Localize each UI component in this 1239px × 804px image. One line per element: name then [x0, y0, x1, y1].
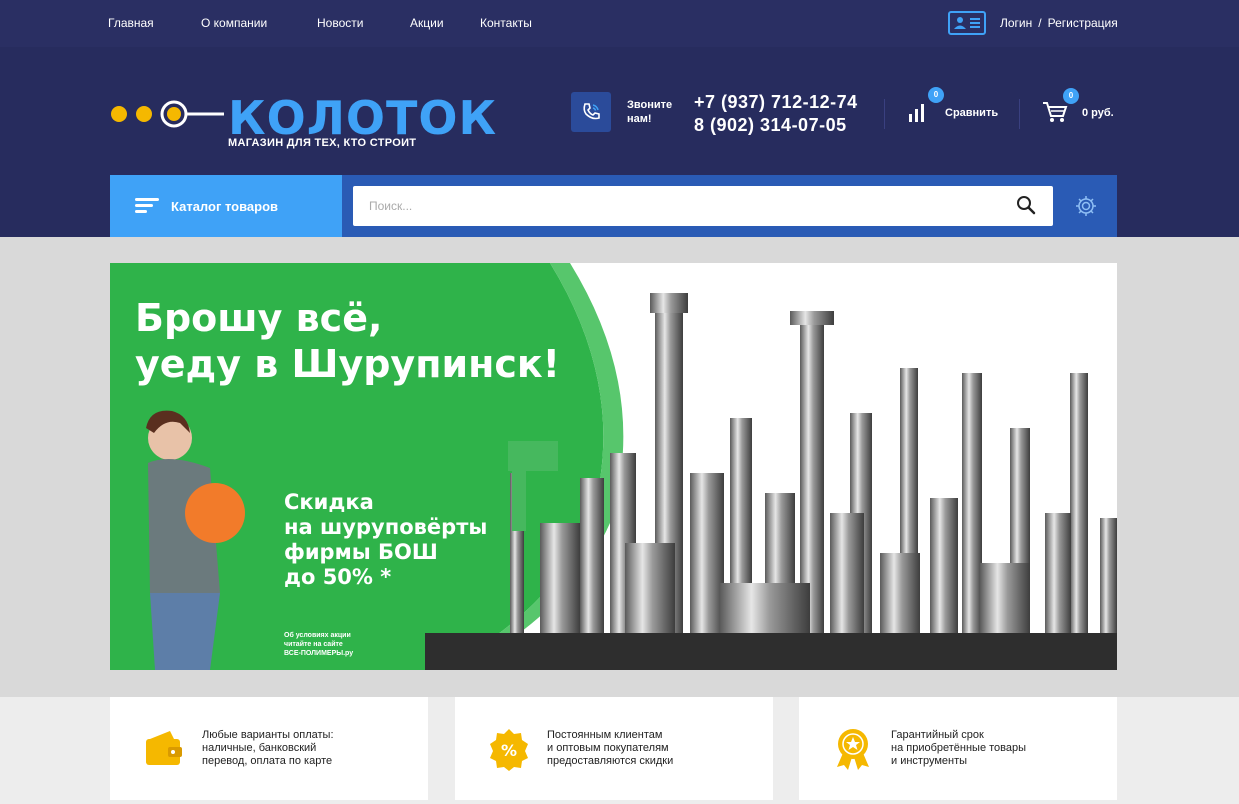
features-strip: Любые варианты оплаты: наличные, банковс… [0, 697, 1239, 804]
nav-link-news[interactable]: Новости [317, 16, 363, 30]
feature-line: предоставляются скидки [547, 755, 674, 767]
compare-link[interactable]: Сравнить [945, 107, 998, 119]
cart-total[interactable]: 0 руб. [1082, 107, 1114, 119]
feature-line: Гарантийный срок [891, 729, 984, 741]
call-label-line: Звоните [627, 99, 673, 111]
wallet-icon [146, 730, 182, 765]
gear-icon[interactable] [1074, 194, 1098, 218]
site-logo[interactable]: КОЛОТОК МАГАЗИН ДЛЯ ТЕХ, КТО СТРОИТ [110, 91, 496, 151]
user-card-icon[interactable] [948, 11, 986, 35]
phone-number-1[interactable]: +7 (937) 712-12-74 [694, 91, 858, 114]
feature-line: и инструменты [891, 755, 968, 767]
promo-banner[interactable]: Брошу всё, уеду в Шурупинск! Скидка на ш… [110, 263, 1117, 670]
banner-promo-line: фирмы БОШ [284, 540, 438, 564]
top-navigation-bar: Главная О компании Новости Акции Контакт… [0, 0, 1239, 47]
nav-link-promotions[interactable]: Акции [410, 16, 444, 30]
call-label-line: нам! [627, 113, 652, 125]
call-us-label: Звоните нам! [627, 98, 672, 126]
feature-line: и оптовым покупателям [547, 742, 669, 754]
banner-title-line: уеду в Шурупинск! [135, 342, 560, 386]
feature-line: наличные, банковский [202, 742, 317, 754]
phone-number-2[interactable]: 8 (902) 314-07-05 [694, 114, 858, 137]
nav-link-home[interactable]: Главная [108, 16, 154, 30]
banner-promo-line: Скидка [284, 490, 374, 514]
phone-icon[interactable] [571, 92, 611, 132]
banner-note-line: Об условиях акции [284, 632, 351, 639]
logo-tagline: МАГАЗИН ДЛЯ ТЕХ, КТО СТРОИТ [228, 137, 417, 149]
feature-line: на приобретённые товары [891, 742, 1027, 754]
menu-lines-icon [135, 198, 159, 214]
nav-link-about[interactable]: О компании [201, 16, 267, 30]
search-bar: Каталог товаров [110, 175, 1117, 237]
logo-mark-icon [111, 100, 224, 128]
banner-title-line: Брошу всё, [135, 296, 383, 340]
feature-text: Любые варианты оплаты: наличные, банковс… [202, 729, 334, 768]
banner-note-line: ВСЕ-ПОЛИМЕРЫ.ру [284, 650, 354, 657]
banner-note-line: читайте на сайте [284, 641, 343, 648]
banner-discount-text: Скидка на шуруповёрты фирмы БОШ до 50% * [284, 490, 487, 590]
award-medal-icon [837, 728, 869, 770]
banner-promo-line: до 50% * [284, 565, 392, 589]
feature-line: Постоянным клиентам [547, 729, 663, 741]
percent-badge-icon: % [490, 728, 528, 771]
search-icon[interactable] [1015, 194, 1039, 218]
register-link[interactable]: Регистрация [1048, 16, 1118, 30]
feature-text: Постоянным клиентам и оптовым покупателя… [547, 729, 673, 768]
cart-count-badge: 0 [1063, 88, 1079, 104]
login-link[interactable]: Логин [1000, 16, 1032, 30]
compare-chart-icon[interactable] [906, 102, 928, 124]
login-register-links: Логин / Регистрация [1000, 16, 1118, 30]
header-divider [884, 99, 885, 129]
feature-text: Гарантийный срок на приобретённые товары… [891, 729, 1026, 768]
banner-promo-line: на шуруповёрты [284, 515, 488, 539]
header-divider [1019, 99, 1020, 129]
catalog-button[interactable]: Каталог товаров [110, 175, 342, 237]
nav-link-contacts[interactable]: Контакты [480, 16, 532, 30]
search-input[interactable] [353, 186, 1053, 226]
feature-line: Любые варианты оплаты: [202, 729, 334, 741]
feature-card-warranty: Гарантийный срок на приобретённые товары… [799, 697, 1117, 800]
feature-card-payment: Любые варианты оплаты: наличные, банковс… [110, 697, 428, 800]
feature-card-discounts: % Постоянным клиентам и оптовым покупате… [455, 697, 773, 800]
feature-line: перевод, оплата по карте [202, 755, 333, 767]
banner-footnote: Об условиях акции читайте на сайте ВСЕ-П… [284, 631, 353, 658]
catalog-label: Каталог товаров [171, 198, 279, 214]
login-separator: / [1038, 16, 1042, 30]
shopping-cart-icon[interactable] [1042, 99, 1068, 125]
compare-count-badge: 0 [928, 87, 944, 103]
banner-headline: Брошу всё, уеду в Шурупинск! [135, 295, 560, 387]
svg-text:%: % [501, 741, 517, 760]
account-area: Логин / Регистрация [948, 10, 1118, 36]
phone-numbers: +7 (937) 712-12-74 8 (902) 314-07-05 [694, 91, 858, 137]
